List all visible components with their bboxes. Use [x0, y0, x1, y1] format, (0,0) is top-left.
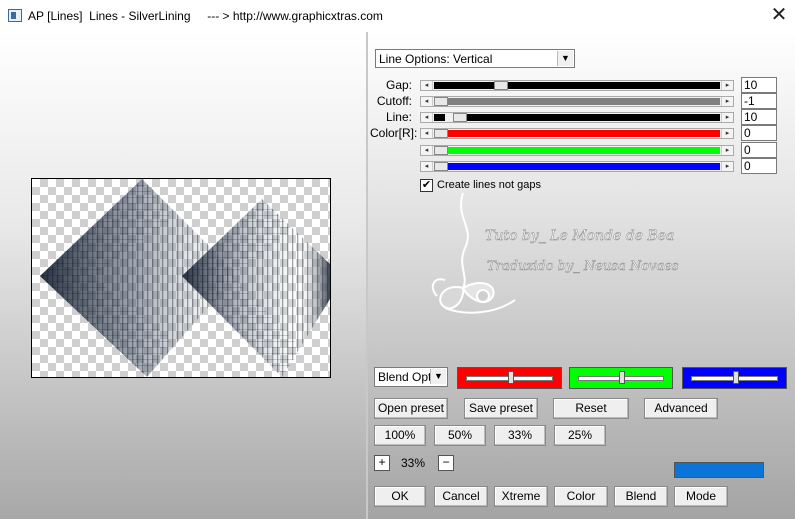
- reset-button[interactable]: Reset: [553, 398, 629, 419]
- value-slider[interactable]: ◂ ▸: [420, 80, 734, 91]
- blue-channel-slider[interactable]: [682, 367, 787, 389]
- watermark-line-1: Tuto by_ Le Monde de Bea: [485, 228, 674, 244]
- color-button[interactable]: Color: [554, 486, 608, 507]
- slider-thumb[interactable]: [494, 81, 508, 90]
- watermark-line-2: Traduzido by_ Neusa Novaes: [487, 259, 679, 274]
- arrow-left-icon[interactable]: ◂: [421, 146, 433, 155]
- arrow-left-icon[interactable]: ◂: [421, 129, 433, 138]
- slider-thumb[interactable]: [453, 113, 467, 122]
- mini-thumb[interactable]: [508, 371, 514, 384]
- zoom-out-button[interactable]: −: [438, 455, 454, 471]
- ok-button[interactable]: OK: [374, 486, 426, 507]
- slider-track: [434, 146, 720, 155]
- zoom-level: 33%: [400, 456, 426, 470]
- preview-image: [40, 179, 330, 377]
- slider-fill: [442, 98, 720, 105]
- slider-track: [434, 81, 720, 90]
- window-title: AP [Lines] Lines - SilverLining --- > ht…: [28, 9, 383, 23]
- save-preset-button[interactable]: Save preset: [464, 398, 538, 419]
- slider-fill: [442, 130, 720, 137]
- zoom-in-button[interactable]: +: [374, 455, 390, 471]
- chevron-down-icon: ▼: [430, 369, 446, 384]
- slider-thumb[interactable]: [434, 162, 448, 171]
- arrow-left-icon[interactable]: ◂: [421, 162, 433, 171]
- close-icon[interactable]: ✕: [766, 4, 792, 28]
- slider-track: [434, 162, 720, 171]
- slider-thumb[interactable]: [434, 129, 448, 138]
- arrow-left-icon[interactable]: ◂: [421, 97, 433, 106]
- arrow-left-icon[interactable]: ◂: [421, 81, 433, 90]
- line-options-dropdown[interactable]: Line Options: Vertical ▼: [375, 49, 575, 68]
- slider-fill: [442, 147, 720, 154]
- blend-button[interactable]: Blend: [614, 486, 668, 507]
- slider-track: [434, 113, 720, 122]
- slider-value-input[interactable]: 10: [741, 77, 777, 93]
- line-options-value: Line Options: Vertical: [379, 52, 493, 66]
- diamond-right: [182, 199, 330, 377]
- open-preset-button[interactable]: Open preset: [374, 398, 448, 419]
- red-channel-slider[interactable]: [457, 367, 562, 389]
- value-slider[interactable]: ◂ ▸: [420, 161, 734, 172]
- slider-fill-left: [434, 82, 494, 89]
- watermark-flower-logo: [431, 192, 516, 314]
- tutorial-watermark: Tuto by_ Le Monde de Bea Traduzido by_ N…: [431, 192, 679, 314]
- slider-fill-left: [434, 114, 445, 121]
- mini-thumb[interactable]: [619, 371, 625, 384]
- mode-button[interactable]: Mode: [674, 486, 728, 507]
- value-slider[interactable]: ◂ ▸: [420, 112, 734, 123]
- slider-track: [434, 129, 720, 138]
- slider-fill: [459, 114, 720, 121]
- arrow-right-icon[interactable]: ▸: [721, 81, 733, 90]
- slider-value-input[interactable]: 10: [741, 109, 777, 125]
- green-channel-slider[interactable]: [569, 367, 673, 389]
- arrow-left-icon[interactable]: ◂: [421, 113, 433, 122]
- slider-value-input[interactable]: 0: [741, 158, 777, 174]
- mini-thumb[interactable]: [733, 371, 739, 384]
- arrow-right-icon[interactable]: ▸: [721, 129, 733, 138]
- xtreme-button[interactable]: Xtreme: [494, 486, 548, 507]
- plugin-window: AP [Lines] Lines - SilverLining --- > ht…: [0, 0, 795, 519]
- slider-fill: [442, 163, 720, 170]
- slider-track: [434, 97, 720, 106]
- slider-label: Color[R]:: [370, 126, 418, 140]
- arrow-right-icon[interactable]: ▸: [721, 97, 733, 106]
- zoom-25-button[interactable]: 25%: [554, 425, 606, 446]
- value-slider[interactable]: ◂ ▸: [420, 96, 734, 107]
- slider-thumb[interactable]: [434, 97, 448, 106]
- zoom-50-button[interactable]: 50%: [434, 425, 486, 446]
- zoom-100-button[interactable]: 100%: [374, 425, 426, 446]
- slider-label: Line:: [385, 110, 412, 124]
- arrow-right-icon[interactable]: ▸: [721, 162, 733, 171]
- arrow-right-icon[interactable]: ▸: [721, 146, 733, 155]
- chevron-down-icon: ▼: [557, 51, 573, 66]
- advanced-button[interactable]: Advanced: [644, 398, 718, 419]
- slider-fill: [502, 82, 720, 89]
- slider-value-input[interactable]: 0: [741, 125, 777, 141]
- preview-canvas[interactable]: [31, 178, 331, 378]
- value-slider[interactable]: ◂ ▸: [420, 128, 734, 139]
- arrow-right-icon[interactable]: ▸: [721, 113, 733, 122]
- blend-options-value: Blend Optio: [378, 370, 432, 384]
- zoom-33-button[interactable]: 33%: [494, 425, 546, 446]
- title-bar: AP [Lines] Lines - SilverLining --- > ht…: [0, 0, 795, 32]
- cancel-button[interactable]: Cancel: [434, 486, 488, 507]
- slider-value-input[interactable]: 0: [741, 142, 777, 158]
- slider-value-input[interactable]: -1: [741, 93, 777, 109]
- value-slider[interactable]: ◂ ▸: [420, 145, 734, 156]
- app-icon: [8, 9, 22, 22]
- blend-options-dropdown[interactable]: Blend Optio ▼: [374, 367, 448, 387]
- slider-label: Gap:: [385, 78, 412, 92]
- progress-bar: [674, 462, 764, 478]
- slider-label: Cutoff:: [376, 94, 412, 108]
- slider-thumb[interactable]: [434, 146, 448, 155]
